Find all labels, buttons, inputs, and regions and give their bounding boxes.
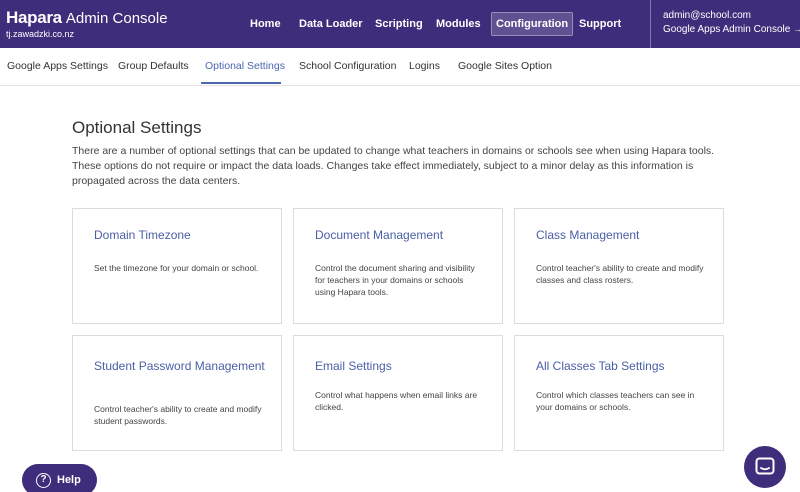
question-icon: ? — [36, 472, 51, 488]
card-description: Control the document sharing and visibil… — [315, 263, 475, 297]
brand-subtitle: Admin Console — [65, 10, 168, 27]
card-description: Set the timezone for your domain or scho… — [94, 263, 259, 273]
card-title: Domain Timezone — [94, 228, 191, 242]
google-admin-console-link[interactable]: Google Apps Admin Console → — [663, 24, 800, 35]
domain-label: tj.zawadzki.co.nz — [6, 29, 75, 39]
tab-school-configuration[interactable]: School Configuration — [299, 60, 396, 72]
card-document-management[interactable]: Document Management Control the document… — [293, 208, 503, 324]
card-email-settings[interactable]: Email Settings Control what happens when… — [293, 335, 503, 451]
brand[interactable]: Hapara Admin Console tj.zawadzki.co.nz — [6, 8, 168, 39]
intro-text: There are a number of optional settings … — [72, 145, 715, 187]
card-title: All Classes Tab Settings — [536, 359, 665, 373]
chat-launcher-button[interactable] — [744, 446, 786, 488]
card-title: Class Management — [536, 228, 640, 242]
hapara-logo: Hapara — [6, 8, 62, 27]
nav-modules[interactable]: Modules — [436, 12, 481, 36]
top-navbar: Hapara Admin Console tj.zawadzki.co.nz H… — [0, 0, 800, 48]
card-title: Email Settings — [315, 359, 392, 373]
card-all-classes-tab-settings[interactable]: All Classes Tab Settings Control which c… — [514, 335, 724, 451]
card-description: Control teacher's ability to create and … — [536, 263, 704, 285]
help-label: Help — [57, 474, 81, 486]
chat-icon — [755, 457, 775, 475]
tab-group-defaults[interactable]: Group Defaults — [118, 60, 189, 72]
account-panel: admin@school.com Google Apps Admin Conso… — [650, 0, 800, 48]
card-student-password-management[interactable]: Student Password Management Control teac… — [72, 335, 282, 451]
card-description: Control what happens when email links ar… — [315, 390, 478, 412]
card-class-management[interactable]: Class Management Control teacher's abili… — [514, 208, 724, 324]
page-title: Optional Settings — [72, 118, 202, 137]
card-description: Control teacher's ability to create and … — [94, 404, 262, 426]
card-description: Control which classes teachers can see i… — [536, 390, 695, 412]
card-title: Student Password Management — [94, 359, 265, 373]
nav-support[interactable]: Support — [579, 12, 621, 36]
settings-tabs: Google Apps Settings Group Defaults Opti… — [0, 48, 800, 86]
tab-optional-settings[interactable]: Optional Settings — [205, 60, 285, 72]
tab-logins[interactable]: Logins — [409, 60, 440, 72]
account-email[interactable]: admin@school.com — [663, 10, 800, 21]
help-button[interactable]: ? Help — [22, 464, 97, 492]
nav-data-loader[interactable]: Data Loader — [299, 12, 363, 36]
nav-home[interactable]: Home — [250, 12, 281, 36]
nav-configuration[interactable]: Configuration — [491, 12, 574, 36]
card-domain-timezone[interactable]: Domain Timezone Set the timezone for you… — [72, 208, 282, 324]
tab-google-apps-settings[interactable]: Google Apps Settings — [7, 60, 108, 72]
nav-scripting[interactable]: Scripting — [375, 12, 423, 36]
tab-google-sites-option[interactable]: Google Sites Option — [458, 60, 552, 72]
active-tab-indicator — [201, 82, 281, 84]
card-title: Document Management — [315, 228, 444, 242]
